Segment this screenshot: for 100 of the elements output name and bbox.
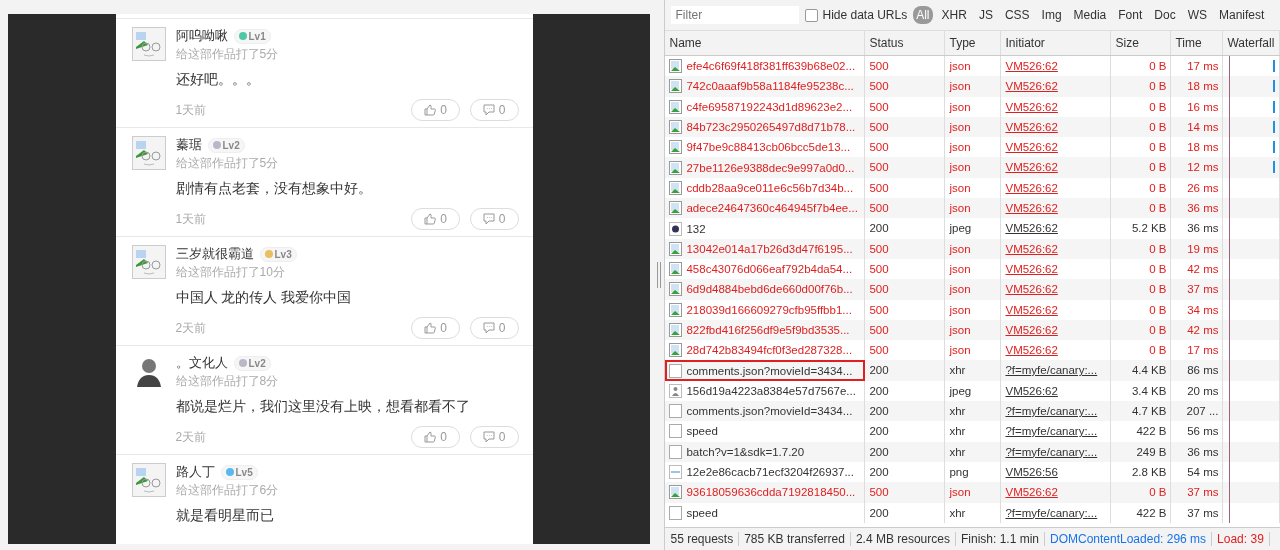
broken-image-icon <box>669 201 683 216</box>
hide-data-urls-checkbox[interactable]: Hide data URLs <box>805 8 908 22</box>
like-button[interactable]: 0 <box>411 426 460 448</box>
like-button[interactable]: 0 <box>411 99 460 121</box>
type-cell: json <box>945 76 1002 97</box>
request-name-cell[interactable]: speed <box>665 421 866 442</box>
request-name-cell[interactable]: 822fbd416f256df9e5f9bd3535... <box>665 319 866 341</box>
time-cell: 36 ms <box>1171 218 1224 239</box>
thumbs-up-icon <box>424 322 437 334</box>
type-filter-tab[interactable]: All <box>913 6 933 24</box>
column-header[interactable]: Waterfall <box>1223 31 1280 55</box>
rating-text: 给这部作品打了8分 <box>175 373 280 390</box>
request-name-cell[interactable]: 742c0aaaf9b58a1184fe95238c... <box>665 76 866 97</box>
broken-image-icon <box>669 180 683 195</box>
reply-button[interactable]: 0 <box>469 99 519 121</box>
initiator-link[interactable]: ?f=myfe/canary:... <box>1001 360 1112 381</box>
request-name-cell[interactable]: speed <box>665 502 866 523</box>
initiator-link[interactable]: ?f=myfe/canary:... <box>1001 502 1112 523</box>
type-filter-tab[interactable]: Img <box>1038 6 1065 24</box>
initiator-link[interactable]: VM526:62 <box>1001 96 1112 117</box>
username[interactable]: 三岁就很霸道 <box>175 245 254 263</box>
username[interactable]: 路人丁 <box>175 463 215 481</box>
request-name-cell[interactable]: 27be1126e9388dec9e997a0d0... <box>665 157 866 178</box>
request-name-cell[interactable]: 6d9d4884bebd6de660d00f76b... <box>665 279 866 300</box>
initiator-link[interactable]: ?f=myfe/canary:... <box>1001 441 1112 462</box>
size-cell: 0 B <box>1111 238 1172 259</box>
username[interactable]: 。文化人 <box>175 354 228 372</box>
request-name-cell[interactable]: 93618059636cdda7192818450... <box>665 482 866 503</box>
column-header[interactable]: Type <box>945 31 1002 55</box>
column-header[interactable]: Initiator <box>1001 31 1112 55</box>
column-header[interactable]: Time <box>1171 31 1224 55</box>
status-cell: 500 <box>865 238 946 259</box>
type-filter-tab[interactable]: WS <box>1184 6 1210 24</box>
username[interactable]: 阿呜呦啾 <box>175 27 228 45</box>
initiator-link[interactable]: ?f=myfe/canary:... <box>1001 421 1112 442</box>
request-name-cell[interactable]: 84b723c2950265497d8d71b78... <box>665 116 866 138</box>
type-filter-tab[interactable]: JS <box>975 6 996 24</box>
type-filter-tab[interactable]: Media <box>1070 6 1110 24</box>
size-cell: 0 B <box>1111 198 1172 219</box>
level-badge: Lv2 <box>207 137 245 153</box>
broken-image-icon <box>669 79 683 94</box>
username[interactable]: 蓁琚 <box>175 136 202 154</box>
type-filter-tab[interactable]: XHR <box>938 6 970 24</box>
initiator-link[interactable]: VM526:62 <box>1001 279 1112 300</box>
type-cell: json <box>945 482 1002 503</box>
status-cell: 200 <box>865 360 946 381</box>
thumbs-up-icon <box>424 213 437 225</box>
type-filter-tab[interactable]: CSS <box>1001 6 1033 24</box>
size-cell: 0 B <box>1111 482 1172 503</box>
initiator-link[interactable]: VM526:62 <box>1001 76 1112 97</box>
reply-button[interactable]: 0 <box>469 317 519 339</box>
request-name-cell[interactable]: adece24647360c464945f7b4ee... <box>665 198 866 219</box>
status-text: 55 requests <box>665 532 740 546</box>
thumbs-up-icon <box>424 104 437 116</box>
time-cell: 37 ms <box>1171 482 1224 503</box>
level-badge: Lv3 <box>259 246 297 262</box>
request-name-cell[interactable]: 28d742b83494fcf0f3ed287328... <box>665 340 866 361</box>
reply-button[interactable]: 0 <box>469 208 519 230</box>
size-cell: 0 B <box>1111 319 1172 341</box>
initiator-link[interactable]: VM526:62 <box>1001 218 1112 239</box>
request-name-cell[interactable]: comments.json?movieId=3434... <box>665 401 866 422</box>
request-name-cell[interactable]: 218039d166609279cfb95ffbb1... <box>665 299 866 320</box>
filter-field[interactable]: Filter <box>671 6 800 24</box>
broken-image-icon <box>669 262 683 277</box>
like-button[interactable]: 0 <box>411 317 460 339</box>
request-name-cell[interactable]: comments.json?movieId=3434... <box>665 360 866 381</box>
type-filter-tab[interactable]: Font <box>1115 6 1146 24</box>
resize-handle-icon[interactable] <box>657 262 662 288</box>
status-cell: 500 <box>865 319 946 341</box>
status-cell: 200 <box>865 401 946 422</box>
status-cell: 500 <box>865 198 946 219</box>
avatar-placeholder-icon <box>131 463 166 497</box>
initiator-link[interactable]: VM526:62 <box>1001 482 1112 503</box>
status-text: Finish: 1.1 min <box>955 532 1045 546</box>
column-header[interactable]: Size <box>1111 31 1172 55</box>
request-name-cell[interactable]: c4fe69587192243d1d89623e2... <box>665 96 866 117</box>
request-name-cell[interactable]: batch?v=1&sdk=1.7.20 <box>665 441 866 462</box>
type-cell: json <box>945 198 1002 219</box>
like-button[interactable]: 0 <box>411 208 460 230</box>
type-filter-tab[interactable]: Doc <box>1151 6 1179 24</box>
reply-button[interactable]: 0 <box>469 426 519 448</box>
initiator-link[interactable]: VM526:62 <box>1001 319 1112 341</box>
comment-icon <box>482 213 495 225</box>
request-name-cell[interactable]: 13042e014a17b26d3d47f6195... <box>665 238 866 259</box>
type-cell: jpeg <box>945 218 1002 239</box>
broken-image-icon <box>669 160 683 175</box>
comment-icon <box>482 104 495 116</box>
initiator-link[interactable]: VM526:62 <box>1001 238 1112 259</box>
initiator-link[interactable]: VM526:62 <box>1001 157 1112 178</box>
column-header[interactable]: Status <box>865 31 946 55</box>
request-name-cell[interactable]: 132 <box>665 218 866 239</box>
column-header[interactable]: Name <box>665 31 866 55</box>
initiator-link[interactable]: VM526:62 <box>1001 299 1112 320</box>
initiator-link[interactable]: VM526:62 <box>1001 116 1112 138</box>
broken-image-icon <box>669 485 683 500</box>
size-cell: 0 B <box>1111 76 1172 97</box>
initiator-link[interactable]: ?f=myfe/canary:... <box>1001 401 1112 422</box>
time-cell: 86 ms <box>1171 360 1224 381</box>
type-filter-tab[interactable]: Manifest <box>1216 6 1268 24</box>
initiator-link[interactable]: VM526:62 <box>1001 198 1112 219</box>
